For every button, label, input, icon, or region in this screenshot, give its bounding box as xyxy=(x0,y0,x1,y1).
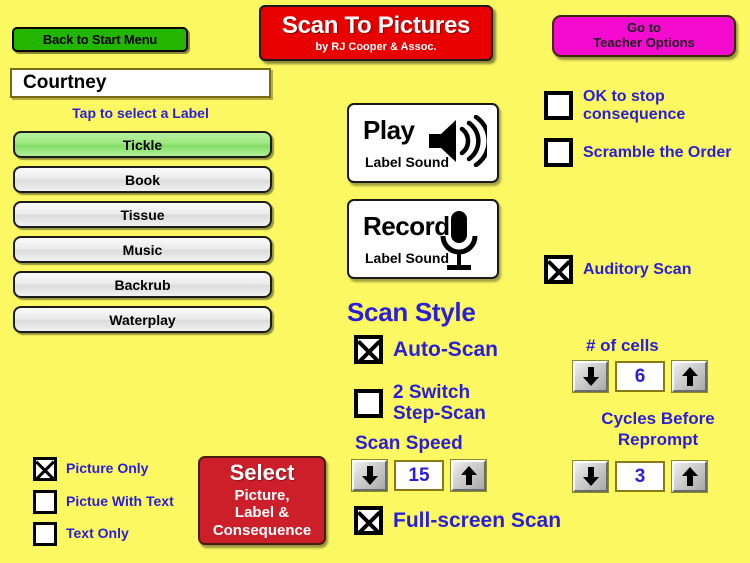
select-button-sub2: Label & xyxy=(234,504,290,522)
cycles-before-reprompt-decrease-button[interactable] xyxy=(572,460,609,493)
arrow-down-icon xyxy=(361,466,378,485)
app-title: Scan To Pictures xyxy=(281,11,471,39)
arrow-up-icon xyxy=(681,467,698,486)
scramble-the-order-checkbox-row[interactable]: Scramble the Order xyxy=(544,138,732,167)
two-switch-step-scan-checkbox[interactable] xyxy=(354,389,383,419)
label-item[interactable]: Music xyxy=(13,236,272,263)
auto-scan-checkbox[interactable] xyxy=(354,335,383,364)
back-to-start-menu-button[interactable]: Back to Start Menu xyxy=(12,27,188,52)
scramble-the-order-label: Scramble the Order xyxy=(583,143,732,161)
auto-scan-checkbox-row[interactable]: Auto-Scan xyxy=(354,335,498,364)
select-button-sub3: Consequence xyxy=(212,521,312,539)
auditory-scan-checkbox-row[interactable]: Auditory Scan xyxy=(544,255,691,284)
select-button-title: Select xyxy=(229,460,295,486)
app-title-banner: Scan To Pictures by RJ Cooper & Assoc. xyxy=(259,5,493,61)
app-subtitle: by RJ Cooper & Assoc. xyxy=(315,40,437,53)
go-to-teacher-options-button[interactable]: Go to Teacher Options xyxy=(552,15,736,57)
auditory-scan-label: Auditory Scan xyxy=(583,260,692,278)
teacher-options-label-line2: Teacher Options xyxy=(593,35,695,50)
label-item-text: Music xyxy=(122,241,163,258)
label-item[interactable]: Tickle xyxy=(13,131,272,158)
arrow-up-icon xyxy=(681,367,698,386)
ok-to-stop-consequence-label: OK to stop consequence xyxy=(583,88,685,123)
two-switch-step-scan-label: 2 Switch Step-Scan xyxy=(393,382,486,425)
picture-only-label: Picture Only xyxy=(66,460,149,477)
cycles-before-reprompt-value[interactable]: 3 xyxy=(615,461,665,492)
teacher-options-label-line1: Go to xyxy=(627,20,661,36)
select-picture-label-consequence-button[interactable]: Select Picture, Label & Consequence xyxy=(198,456,326,545)
label-item[interactable]: Book xyxy=(13,166,272,193)
label-list: Tickle Book Tissue Music Backrub Waterpl… xyxy=(13,131,272,341)
student-name-value: Courtney xyxy=(23,72,107,93)
scan-speed-increase-button[interactable] xyxy=(450,459,487,492)
back-to-start-menu-label: Back to Start Menu xyxy=(42,32,158,47)
scan-speed-value[interactable]: 15 xyxy=(394,460,444,491)
label-item-text: Tissue xyxy=(120,206,165,223)
ok-to-stop-consequence-checkbox[interactable] xyxy=(544,91,573,121)
student-name-input[interactable]: Courtney xyxy=(10,68,271,98)
select-button-sub1: Picture, xyxy=(234,486,290,504)
two-switch-step-scan-label-line2: Step-Scan xyxy=(393,402,486,424)
auto-scan-label: Auto-Scan xyxy=(393,337,498,361)
label-item-text: Backrub xyxy=(114,276,171,293)
scan-speed-stepper: 15 xyxy=(351,459,487,492)
label-item-text: Waterplay xyxy=(109,311,176,328)
full-screen-scan-label: Full-screen Scan xyxy=(393,508,562,532)
number-of-cells-value[interactable]: 6 xyxy=(615,361,665,392)
picture-with-text-checkbox[interactable] xyxy=(33,490,57,514)
full-screen-scan-checkbox-row[interactable]: Full-screen Scan xyxy=(354,506,561,535)
scan-style-heading: Scan Style xyxy=(347,297,476,327)
tap-to-select-label-hint: Tap to select a Label xyxy=(72,105,209,121)
scramble-the-order-checkbox[interactable] xyxy=(544,138,573,167)
app-window: Back to Start Menu Scan To Pictures by R… xyxy=(0,0,750,563)
text-only-checkbox-row[interactable]: Text Only xyxy=(33,522,129,546)
microphone-icon xyxy=(437,209,481,273)
cycles-before-reprompt-heading: Cycles Before Reprompt xyxy=(578,408,738,451)
label-item-text: Tickle xyxy=(122,136,163,153)
ok-to-stop-consequence-line2: consequence xyxy=(583,105,686,123)
scan-speed-decrease-button[interactable] xyxy=(351,459,388,492)
two-switch-step-scan-checkbox-row[interactable]: 2 Switch Step-Scan xyxy=(354,382,486,425)
cycles-before-reprompt-heading-line1: Cycles Before xyxy=(601,409,715,428)
record-label-sound-button[interactable]: Record Label Sound xyxy=(347,199,499,279)
picture-only-checkbox-row[interactable]: Picture Only xyxy=(33,457,148,481)
arrow-down-icon xyxy=(582,367,599,386)
full-screen-scan-checkbox[interactable] xyxy=(354,506,383,535)
label-item-text: Book xyxy=(125,171,160,188)
two-switch-step-scan-label-line1: 2 Switch xyxy=(393,382,471,403)
ok-to-stop-consequence-checkbox-row[interactable]: OK to stop consequence xyxy=(544,88,685,123)
auditory-scan-checkbox[interactable] xyxy=(544,255,573,284)
label-item[interactable]: Backrub xyxy=(13,271,272,298)
cycles-before-reprompt-heading-line2: Reprompt xyxy=(617,430,699,450)
text-only-checkbox[interactable] xyxy=(33,522,57,546)
scan-speed-heading: Scan Speed xyxy=(355,433,463,454)
cycles-before-reprompt-increase-button[interactable] xyxy=(671,460,708,493)
picture-only-checkbox[interactable] xyxy=(33,457,57,481)
speaker-icon xyxy=(425,115,487,167)
text-only-label: Text Only xyxy=(66,525,129,542)
number-of-cells-decrease-button[interactable] xyxy=(572,360,609,393)
play-label-sound-button[interactable]: Play Label Sound xyxy=(347,103,499,183)
arrow-up-icon xyxy=(460,466,477,485)
number-of-cells-heading: # of cells xyxy=(586,336,659,355)
number-of-cells-stepper: 6 xyxy=(572,360,708,393)
label-item[interactable]: Waterplay xyxy=(13,306,272,333)
ok-to-stop-consequence-line1: OK to stop xyxy=(583,88,665,105)
picture-with-text-label: Pictue With Text xyxy=(66,493,174,510)
picture-with-text-checkbox-row[interactable]: Pictue With Text xyxy=(33,490,174,514)
label-item[interactable]: Tissue xyxy=(13,201,272,228)
cycles-before-reprompt-stepper: 3 xyxy=(572,460,708,493)
arrow-down-icon xyxy=(582,467,599,486)
play-button-title: Play xyxy=(363,115,415,145)
number-of-cells-increase-button[interactable] xyxy=(671,360,708,393)
